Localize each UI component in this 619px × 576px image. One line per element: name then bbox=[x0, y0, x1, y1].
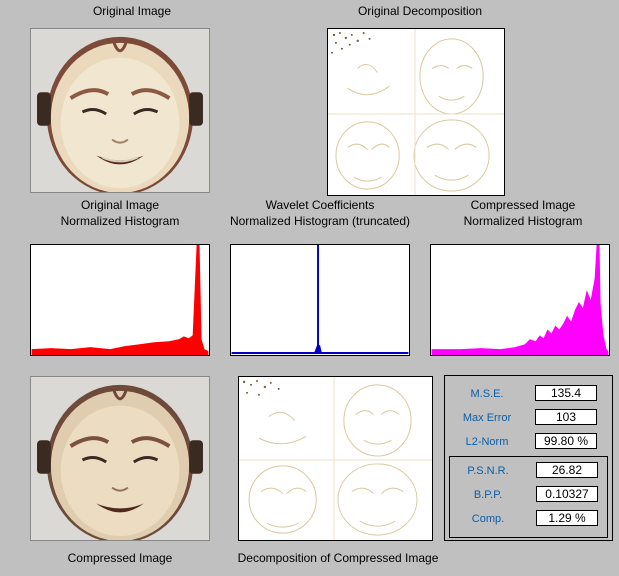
compressed-image-panel bbox=[30, 376, 210, 541]
original-image-title: Original Image bbox=[92, 4, 172, 18]
compressed-mask-image bbox=[31, 377, 209, 540]
compressed-decomposition-panel bbox=[238, 376, 433, 541]
orig-hist-title-line1: Original Image bbox=[80, 198, 160, 212]
l2-norm-label: L2-Norm bbox=[465, 436, 509, 448]
original-image-panel bbox=[30, 28, 210, 193]
original-histogram bbox=[31, 245, 209, 355]
psnr-label: P.S.N.R. bbox=[467, 465, 509, 477]
mse-label: M.S.E. bbox=[470, 388, 504, 400]
bpp-label: B.P.P. bbox=[473, 489, 503, 501]
l2-norm-value: 99.80 % bbox=[535, 433, 597, 449]
compressed-histogram bbox=[431, 245, 609, 355]
original-histogram-panel bbox=[30, 244, 210, 356]
original-mask-image bbox=[31, 29, 209, 192]
compressed-decomposition-image bbox=[239, 377, 432, 540]
comp-hist-title-line2: Normalized Histogram bbox=[463, 214, 583, 228]
stats-panel: M.S.E. 135.4 Max Error 103 L2-Norm 99.80… bbox=[444, 375, 613, 541]
mse-value: 135.4 bbox=[535, 385, 597, 401]
original-decomposition-image bbox=[328, 29, 504, 195]
comp-value: 1.29 % bbox=[536, 510, 598, 526]
compression-stats-box: P.S.N.R. 26.82 B.P.P. 0.10327 Comp. 1.29… bbox=[449, 456, 608, 538]
compressed-decomposition-title: Decomposition of Compressed Image bbox=[237, 551, 439, 565]
wav-hist-title-line1: Wavelet Coefficients bbox=[265, 198, 375, 212]
comp-hist-title-line1: Compressed Image bbox=[470, 198, 576, 212]
original-decomposition-panel bbox=[327, 28, 505, 196]
max-error-value: 103 bbox=[535, 409, 597, 425]
original-decomposition-title: Original Decomposition bbox=[357, 4, 483, 18]
compressed-image-title: Compressed Image bbox=[67, 551, 173, 565]
orig-hist-title-line2: Normalized Histogram bbox=[60, 214, 180, 228]
wav-hist-title-line2: Normalized Histogram (truncated) bbox=[229, 214, 411, 228]
wavelet-histogram bbox=[231, 245, 409, 355]
compressed-histogram-panel bbox=[430, 244, 610, 356]
bpp-value: 0.10327 bbox=[536, 486, 598, 502]
comp-label: Comp. bbox=[471, 513, 505, 525]
wavelet-histogram-panel bbox=[230, 244, 410, 356]
max-error-label: Max Error bbox=[462, 412, 512, 424]
psnr-value: 26.82 bbox=[536, 462, 598, 478]
